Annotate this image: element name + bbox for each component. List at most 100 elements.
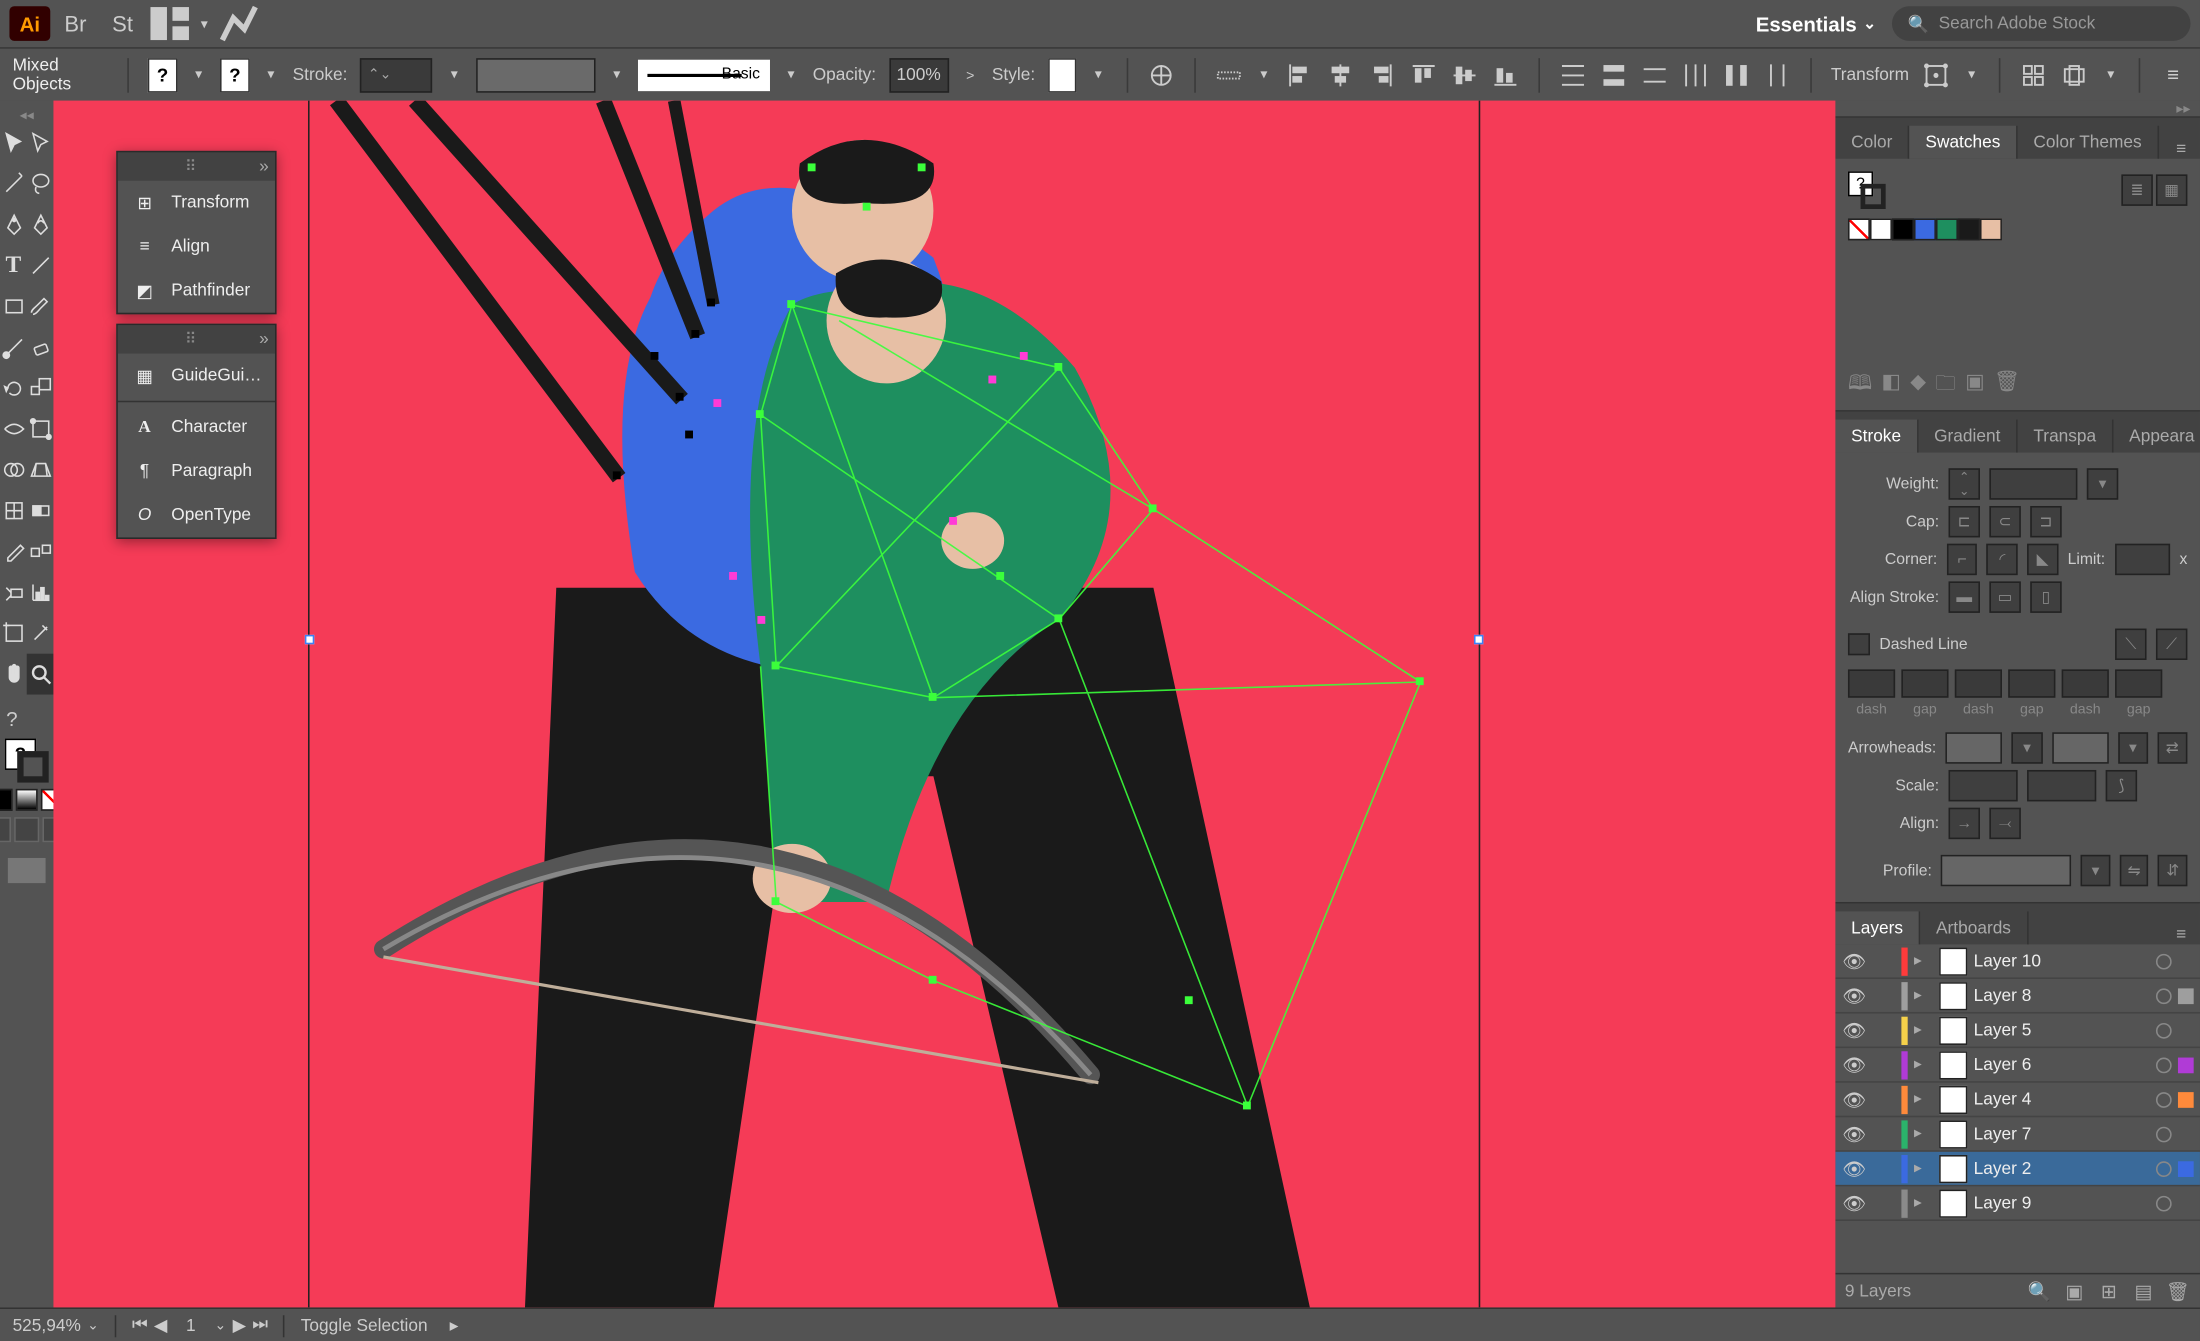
swatch-new-icon[interactable]: ▣ <box>1965 369 1984 404</box>
weight-stepper[interactable]: ⌃⌄ <box>1949 468 1980 499</box>
clip-mask-icon[interactable]: ▣ <box>2062 1278 2087 1303</box>
arrange-dropdown-icon[interactable]: ▾ <box>195 5 214 43</box>
opentype-panel-button[interactable]: OOpenType <box>118 493 275 537</box>
cap-proj-icon[interactable]: ⊐ <box>2030 506 2061 537</box>
free-transform-tool[interactable] <box>27 409 54 450</box>
dash-preserve-icon[interactable]: ⟍ <box>2115 629 2146 660</box>
width-tool[interactable] <box>0 409 27 450</box>
tab-color-themes[interactable]: Color Themes <box>2018 126 2159 159</box>
align-bottom-icon[interactable] <box>1491 57 1519 92</box>
swatch[interactable] <box>1892 218 1914 240</box>
screen-mode-icon[interactable] <box>8 858 46 883</box>
layers-panel-menu-icon[interactable]: ≡ <box>2162 926 2200 945</box>
swatch[interactable] <box>1914 218 1936 240</box>
align-panel-button[interactable]: ≡Align <box>118 225 275 269</box>
cap-round-icon[interactable]: ⊂ <box>1989 506 2020 537</box>
disclose-icon[interactable]: ▸ <box>1914 1056 1933 1073</box>
target-icon[interactable] <box>2156 1195 2172 1211</box>
disclose-icon[interactable]: ▸ <box>1914 952 1933 969</box>
edit-drop[interactable]: ▾ <box>2102 57 2120 92</box>
slice-tool[interactable] <box>27 613 54 654</box>
layer-row[interactable]: 👁▸Layer 5 <box>1835 1014 2200 1049</box>
swatch[interactable] <box>1980 218 2002 240</box>
transform-label[interactable]: Transform <box>1831 65 1909 84</box>
arrow-start[interactable] <box>1946 732 2003 763</box>
align-right-icon[interactable] <box>1368 57 1396 92</box>
fill-swatch[interactable]: ? <box>148 57 177 92</box>
bridge-button[interactable]: Br <box>53 5 97 43</box>
profile-flip-h-icon[interactable]: ⇋ <box>2120 855 2149 886</box>
panel-collapse-icon[interactable]: » <box>259 330 269 349</box>
align-outside-icon[interactable]: ▯ <box>2030 581 2061 612</box>
dist-hcenter-icon[interactable] <box>1722 57 1750 92</box>
dist-top-icon[interactable] <box>1558 57 1586 92</box>
next-artboard-icon[interactable]: ▶ <box>233 1315 246 1335</box>
tab-swatches[interactable]: Swatches <box>1910 126 2018 159</box>
transform-align-panel[interactable]: ⠿» ⊞Transform ≡Align ◩Pathfinder <box>116 151 276 314</box>
shape-builder-tool[interactable] <box>0 449 27 490</box>
gradient-mode-icon[interactable] <box>16 789 38 811</box>
dash-align-icon[interactable]: ⟋ <box>2156 629 2187 660</box>
arrow-align-b-icon[interactable]: ⤙ <box>1989 808 2020 839</box>
layer-row[interactable]: 👁▸Layer 8 <box>1835 979 2200 1014</box>
corner-round-icon[interactable]: ◜ <box>1987 544 2018 575</box>
type-tool[interactable]: T <box>0 245 27 286</box>
layer-name[interactable]: Layer 8 <box>1974 986 2150 1005</box>
visibility-icon[interactable]: 👁 <box>1842 1192 1867 1214</box>
status-dropdown-icon[interactable]: ▸ <box>450 1315 459 1335</box>
new-layer-icon[interactable]: ▤ <box>2131 1278 2156 1303</box>
symbol-sprayer-tool[interactable] <box>0 572 27 613</box>
swatch-fillstroke-icon[interactable]: ? <box>1848 171 1886 209</box>
visibility-icon[interactable]: 👁 <box>1842 950 1867 972</box>
transform-panel-button[interactable]: ⊞Transform <box>118 181 275 225</box>
paragraph-panel-button[interactable]: ¶Paragraph <box>118 449 275 493</box>
vp-swatch[interactable] <box>476 57 595 92</box>
transform-ref-icon[interactable] <box>1922 57 1950 92</box>
dist-left-icon[interactable] <box>1681 57 1709 92</box>
cap-butt-icon[interactable]: ⊏ <box>1949 506 1980 537</box>
swatch[interactable] <box>1958 218 1980 240</box>
layer-name[interactable]: Layer 5 <box>1974 1021 2150 1040</box>
gpu-preview-icon[interactable] <box>217 5 261 43</box>
type-panel-group[interactable]: ⠿» ▦GuideGui… ACharacter ¶Paragraph OOpe… <box>116 324 276 539</box>
swatch-group-icon[interactable]: 🗀 <box>1935 369 1955 404</box>
draw-behind-icon[interactable] <box>14 817 39 842</box>
swatch[interactable] <box>1870 218 1892 240</box>
color-mode-icon[interactable] <box>0 789 13 811</box>
target-icon[interactable] <box>2156 1126 2172 1142</box>
arrow-end[interactable] <box>2051 732 2108 763</box>
swatch-grid-view-icon[interactable]: ▦ <box>2156 174 2187 205</box>
corner-bevel-icon[interactable]: ◣ <box>2027 544 2058 575</box>
visibility-icon[interactable]: 👁 <box>1842 1123 1867 1145</box>
stroke-box[interactable] <box>17 751 48 782</box>
dashed-checkbox[interactable] <box>1848 633 1870 655</box>
curvature-tool[interactable] <box>27 204 54 245</box>
last-artboard-icon[interactable]: ⏭ <box>252 1315 268 1335</box>
panel-collapse-icon[interactable]: ▸▸ <box>1835 101 2200 117</box>
graph-tool[interactable] <box>27 572 54 613</box>
align-left-icon[interactable] <box>1286 57 1314 92</box>
disclose-icon[interactable]: ▸ <box>1914 1125 1933 1142</box>
fill-dropdown[interactable]: ▾ <box>190 57 208 92</box>
corner-miter-icon[interactable]: ⌐ <box>1947 544 1978 575</box>
swatch[interactable] <box>1936 218 1958 240</box>
layer-name[interactable]: Layer 4 <box>1974 1090 2150 1109</box>
prev-artboard-icon[interactable]: ◀ <box>154 1315 167 1335</box>
draw-normal-icon[interactable] <box>0 817 11 842</box>
layer-name[interactable]: Layer 6 <box>1974 1055 2150 1074</box>
swatch[interactable] <box>1848 218 1870 240</box>
first-artboard-icon[interactable]: ⏮ <box>132 1315 148 1335</box>
shaper-tool[interactable] <box>0 327 27 368</box>
isolate-icon[interactable] <box>2020 57 2048 92</box>
fill-stroke-indicator[interactable]: ? ? <box>0 707 53 883</box>
swatch-list-view-icon[interactable]: ≣ <box>2121 174 2152 205</box>
arrow-end-drop[interactable]: ▾ <box>2118 732 2148 763</box>
dist-vcenter-icon[interactable] <box>1599 57 1627 92</box>
toolbar-collapse-icon[interactable]: ◂◂ <box>0 107 53 123</box>
target-icon[interactable] <box>2156 1091 2172 1107</box>
pen-tool[interactable] <box>0 204 27 245</box>
visibility-icon[interactable]: 👁 <box>1842 1157 1867 1179</box>
arrow-scale-link-icon[interactable]: ⟆ <box>2106 770 2137 801</box>
swatch-kind-icon[interactable]: ◧ <box>1881 369 1900 404</box>
pathfinder-panel-button[interactable]: ◩Pathfinder <box>118 269 275 313</box>
